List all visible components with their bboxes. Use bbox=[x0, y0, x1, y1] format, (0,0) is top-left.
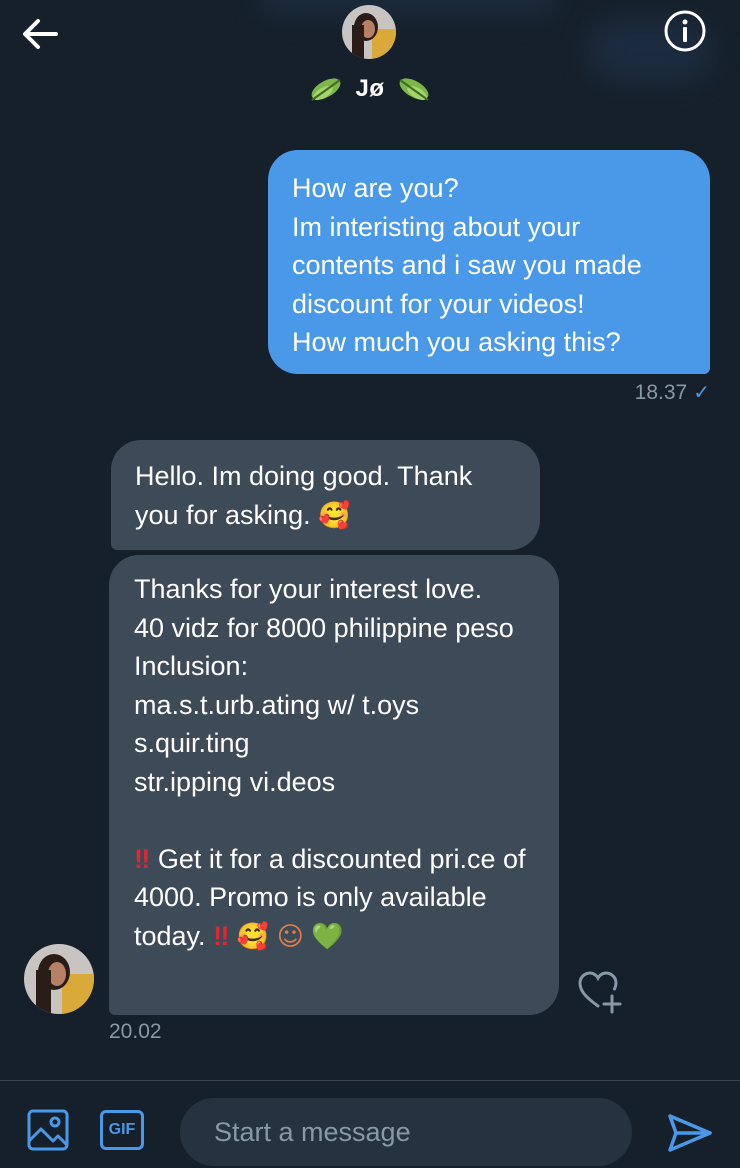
received-message-text: Thanks for your interest love. 40 vidz f… bbox=[134, 574, 514, 797]
message-input[interactable] bbox=[180, 1098, 632, 1166]
arrow-left-icon bbox=[23, 19, 58, 49]
heart-plus-icon bbox=[578, 971, 622, 1014]
gif-button[interactable]: GIF bbox=[100, 1110, 144, 1150]
contact-name[interactable]: Jø bbox=[0, 72, 740, 106]
sent-message-bubble[interactable]: How are you? Im interisting about your c… bbox=[268, 150, 710, 374]
add-reaction-button[interactable] bbox=[576, 968, 624, 1014]
send-icon bbox=[668, 1114, 712, 1152]
smiling-face-emoji: ☺ bbox=[276, 921, 304, 952]
conversation-header: Jø bbox=[0, 0, 740, 140]
info-button[interactable] bbox=[662, 8, 708, 54]
send-button[interactable] bbox=[664, 1108, 714, 1158]
smiling-face-with-hearts-emoji: 🥰 bbox=[318, 500, 351, 531]
back-button[interactable] bbox=[18, 14, 62, 54]
leaf-icon bbox=[394, 72, 434, 106]
composer-divider bbox=[0, 1080, 740, 1081]
double-exclamation-emoji: ‼ bbox=[213, 920, 230, 951]
check-icon: ✓ bbox=[693, 382, 710, 404]
leaf-icon bbox=[306, 72, 346, 106]
received-message-bubble[interactable]: Thanks for your interest love. 40 vidz f… bbox=[109, 555, 559, 1015]
image-icon bbox=[27, 1109, 69, 1151]
avatar-image bbox=[24, 944, 94, 1014]
contact-name-text: Jø bbox=[355, 75, 385, 102]
add-media-button[interactable] bbox=[26, 1108, 70, 1152]
info-icon bbox=[664, 10, 706, 52]
double-exclamation-emoji: ‼ bbox=[134, 843, 151, 874]
received-message-bubble[interactable]: Hello. Im doing good. Thank you for aski… bbox=[111, 440, 540, 550]
green-heart-emoji: 💚 bbox=[311, 921, 344, 952]
contact-avatar[interactable] bbox=[342, 5, 396, 59]
received-message-time: 20.02 bbox=[109, 1020, 162, 1043]
avatar-image bbox=[342, 5, 396, 59]
sent-message-time: 18.37 bbox=[634, 381, 688, 404]
smiling-face-with-hearts-emoji: 🥰 bbox=[236, 921, 270, 952]
sent-message-meta: 18.37 ✓ bbox=[635, 380, 710, 405]
sender-avatar[interactable] bbox=[24, 944, 94, 1014]
received-message-text: Hello. Im doing good. Thank you for aski… bbox=[135, 461, 473, 530]
